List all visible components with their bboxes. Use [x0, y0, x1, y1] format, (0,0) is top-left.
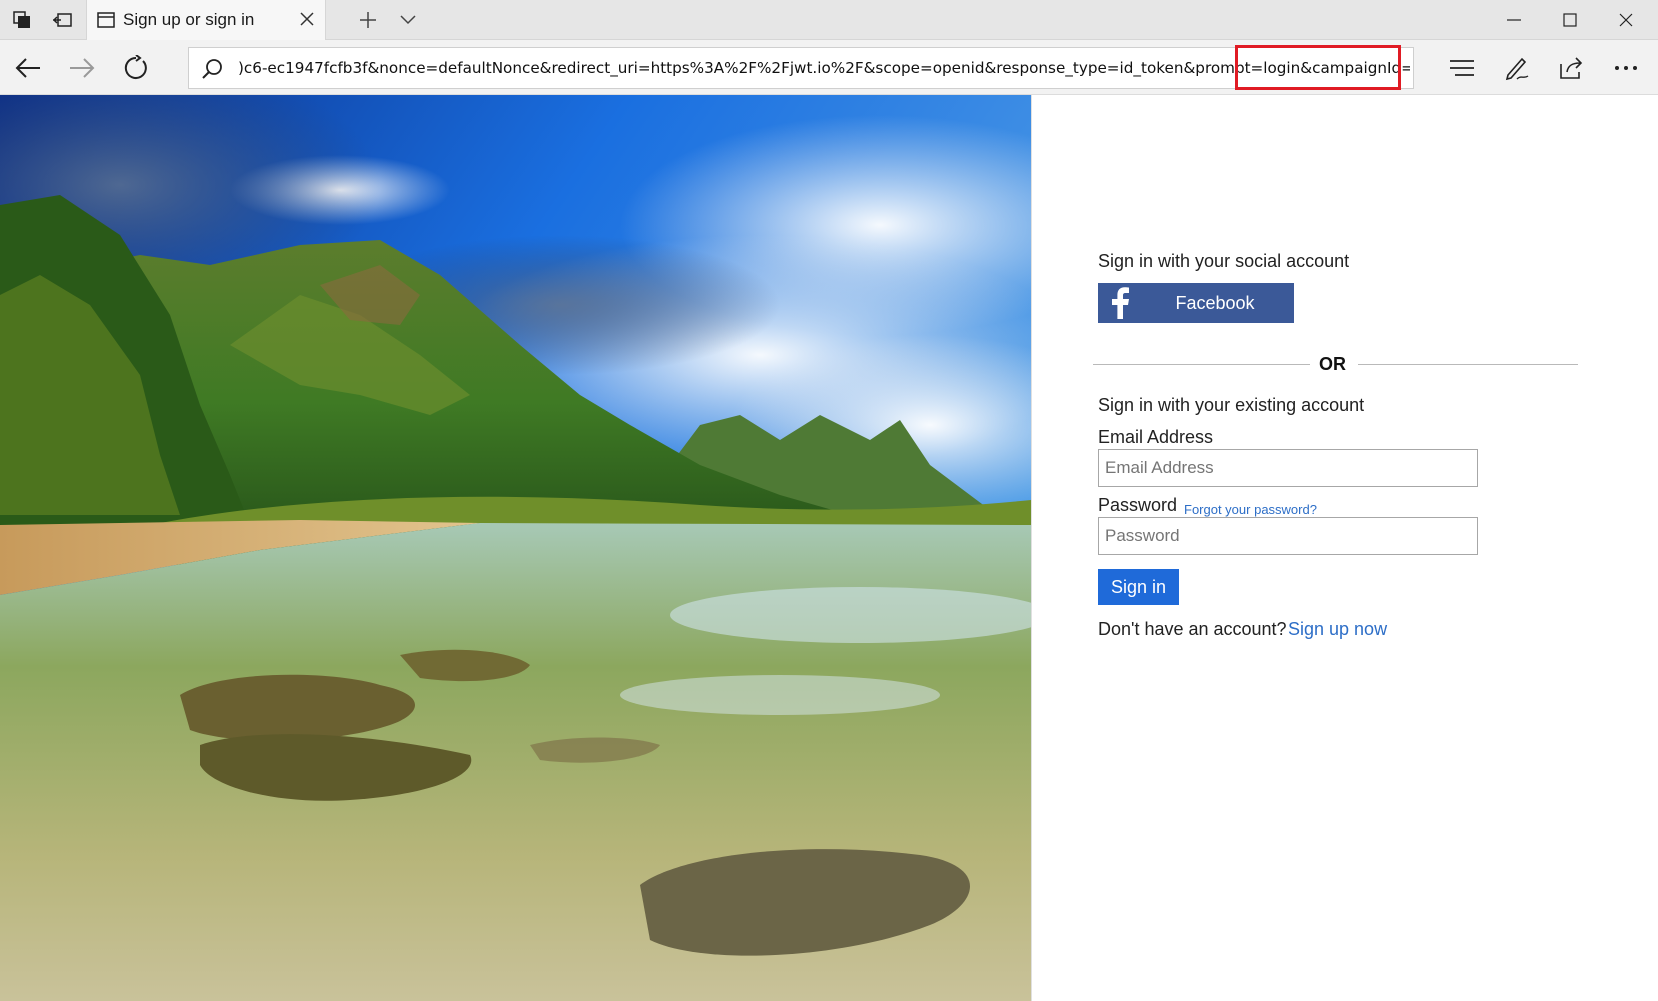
close-tab-icon[interactable] [299, 11, 315, 32]
divider-right [1358, 364, 1578, 365]
existing-account-heading: Sign in with your existing account [1098, 395, 1365, 415]
tabs-aside-icon[interactable] [42, 0, 82, 40]
forward-arrow-icon[interactable] [60, 46, 104, 90]
tab-manager-icon[interactable] [2, 0, 42, 40]
facebook-icon [1098, 283, 1142, 323]
more-options-icon[interactable] [1604, 46, 1648, 90]
sign-in-panel: Sign in with your social account Faceboo… [1031, 95, 1658, 1001]
close-window-icon[interactable] [1598, 0, 1654, 40]
browser-title-bar: Sign up or sign in [0, 0, 1658, 40]
sign-up-now-link[interactable]: Sign up now [1288, 619, 1387, 640]
share-icon[interactable] [1550, 46, 1594, 90]
sign-in-page: Sign in with your social account Faceboo… [0, 95, 1658, 1001]
no-account-text: Don't have an account? [1098, 619, 1287, 639]
address-bar[interactable]: )c6-ec1947fcfb3f&nonce=defaultNonce&redi… [188, 47, 1414, 89]
browser-nav-bar: )c6-ec1947fcfb3f&nonce=defaultNonce&redi… [0, 40, 1658, 95]
email-label: Email Address [1098, 427, 1214, 447]
back-arrow-icon[interactable] [6, 46, 50, 90]
tab-sign-up-or-sign-in[interactable]: Sign up or sign in [86, 0, 326, 40]
forgot-password-link[interactable]: Forgot your password? [1184, 502, 1317, 517]
password-label: Password [1098, 495, 1178, 515]
web-note-pen-icon[interactable] [1494, 46, 1538, 90]
facebook-label: Facebook [1175, 292, 1255, 313]
facebook-sign-in-button[interactable]: Facebook [1098, 283, 1294, 323]
tab-preview-chevron-icon[interactable] [388, 0, 428, 40]
hub-icon[interactable] [1440, 46, 1484, 90]
minimize-icon[interactable] [1486, 0, 1542, 40]
tab-title: Sign up or sign in [123, 10, 255, 29]
url-text[interactable]: )c6-ec1947fcfb3f&nonce=defaultNonce&redi… [238, 59, 1410, 77]
new-tab-icon[interactable] [348, 0, 388, 40]
divider-left [1093, 364, 1310, 365]
sign-in-button[interactable]: Sign in [1098, 569, 1179, 605]
password-input[interactable] [1098, 517, 1478, 555]
social-account-heading: Sign in with your social account [1098, 251, 1350, 271]
or-divider-text: OR [1319, 354, 1346, 374]
maximize-icon[interactable] [1542, 0, 1598, 40]
refresh-icon[interactable] [114, 46, 158, 90]
email-input[interactable] [1098, 449, 1478, 487]
page-icon [97, 11, 115, 34]
hawaii-beach-image [0, 95, 1031, 1001]
search-icon [201, 58, 223, 85]
